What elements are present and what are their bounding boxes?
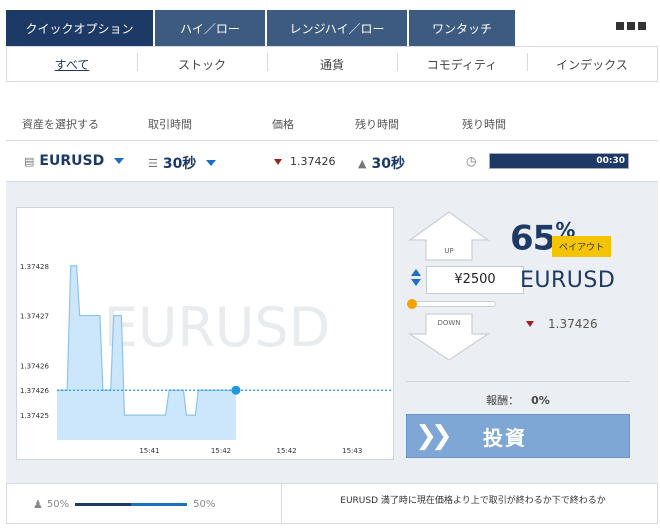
bars-icon: ☰ — [148, 156, 158, 170]
price-display: 1.37426 — [274, 155, 336, 168]
period-value: 30秒 — [162, 156, 197, 172]
x-tick-label: 15:42 — [211, 447, 231, 455]
reward-label: 報酬： — [486, 394, 520, 407]
double-chevron-right-icon: ❯❯ — [415, 421, 453, 451]
divider — [281, 484, 282, 524]
down-label: DOWN — [437, 319, 460, 327]
header-period: 取引時間 — [148, 118, 192, 131]
x-tick-label: 15:41 — [139, 447, 159, 455]
grid-view-icon[interactable] — [616, 22, 646, 30]
sentiment-right: 50% — [193, 499, 216, 510]
chart-watermark: EURUSD — [104, 296, 331, 359]
remaining-display: ▲ 30秒 — [358, 153, 405, 173]
chevron-down-icon — [206, 160, 217, 166]
invest-label: 投資 — [483, 425, 527, 450]
sentiment-bar — [75, 503, 188, 506]
y-tick-label: 1.37426 — [20, 387, 49, 395]
price-value: 1.37426 — [290, 155, 336, 168]
user-icon: ♟ — [33, 498, 43, 511]
y-tick-label: 1.37425 — [20, 412, 49, 420]
divider — [406, 381, 630, 382]
clock-glyph: ◷ — [466, 154, 477, 168]
selection-row: ▤ EURUSD ☰ 30秒 1.37426 ▲ 30秒 ◷ 00:30 — [6, 140, 658, 182]
price-chart: EURUSD 1.37428 1.37427 1.37426 1.37426 1.3742… — [16, 207, 394, 460]
sentiment-left-fill — [75, 503, 132, 506]
reward-value: 0% — [531, 394, 550, 407]
payout-number: 65 — [510, 218, 556, 259]
sentiment-right-fill — [131, 503, 188, 506]
category-label: インデックス — [556, 57, 628, 72]
category-label: すべて — [54, 57, 90, 72]
current-price-point — [231, 385, 241, 395]
x-tick-label: 15:42 — [277, 447, 297, 455]
amount-input[interactable]: ¥2500 — [426, 266, 524, 294]
chart-svg: EURUSD 1.37428 1.37427 1.37426 1.37426 1.3742… — [20, 216, 391, 455]
header-remaining-2: 残り時間 — [462, 118, 506, 131]
clock-icon: ◷ — [466, 154, 481, 168]
header-asset: 資産を選択する — [22, 118, 99, 131]
up-label: UP — [444, 247, 453, 255]
product-tabs: クイックオプション ハイ／ロー レンジハイ／ロー ワンタッチ — [6, 10, 517, 46]
timer-bar: 00:30 — [489, 153, 629, 169]
asset-value: EURUSD — [39, 153, 105, 169]
trade-panel: EURUSD 1.37428 1.37427 1.37426 1.37426 1.3742… — [6, 182, 658, 484]
timer-value: 00:30 — [596, 156, 625, 166]
asset-price-value: 1.37426 — [548, 317, 598, 331]
category-label: 通貨 — [319, 57, 344, 72]
invest-button[interactable]: ❯❯ 投資 — [406, 414, 630, 458]
slider-handle[interactable] — [407, 299, 417, 309]
grid-square-icon — [616, 22, 624, 30]
bottom-bar: ♟ 50% 50% EURUSD 満了時に現在価格より上で取引が終わるか下で終わ… — [6, 484, 658, 524]
category-label: コモディティ — [426, 57, 498, 72]
tab-range-high-low[interactable]: レンジハイ／ロー — [267, 10, 407, 46]
price-down-icon — [526, 321, 534, 327]
category-commodity[interactable]: コモディティ — [397, 52, 527, 73]
header-remaining: 残り時間 — [355, 118, 399, 131]
asset-name: EURUSD — [520, 268, 616, 293]
category-all[interactable]: すべて — [7, 56, 137, 73]
remaining-value: 30秒 — [371, 156, 405, 172]
amount-stepper[interactable] — [406, 266, 426, 294]
category-bar: すべて ストック 通貨 コモディティ インデックス — [6, 46, 658, 82]
payout-badge: ペイアウト — [552, 236, 612, 257]
category-index[interactable]: インデックス — [527, 52, 657, 73]
y-tick-label: 1.37428 — [20, 263, 49, 271]
asset-select[interactable]: ▤ EURUSD — [24, 153, 125, 169]
category-label: ストック — [177, 57, 226, 72]
grid-square-icon — [627, 22, 635, 30]
amount-slider[interactable] — [407, 299, 496, 309]
grid-square-icon — [638, 22, 646, 30]
reward-row: 報酬： 0% — [406, 392, 630, 408]
category-currency[interactable]: 通貨 — [267, 52, 397, 73]
tab-high-low[interactable]: ハイ／ロー — [155, 10, 265, 46]
price-down-icon — [274, 158, 282, 165]
tab-quick-option[interactable]: クイックオプション — [6, 10, 153, 46]
asset-price: 1.37426 — [526, 317, 598, 331]
chevron-up-icon[interactable] — [411, 269, 421, 276]
up-button[interactable]: UP — [408, 211, 490, 261]
header-price: 価格 — [272, 118, 294, 131]
period-select[interactable]: ☰ 30秒 — [148, 153, 217, 173]
tab-one-touch[interactable]: ワンタッチ — [409, 10, 515, 46]
y-tick-label: 1.37427 — [20, 313, 49, 321]
chevron-down-icon — [114, 158, 125, 164]
y-tick-label: 1.37426 — [20, 362, 49, 370]
instruction-text: EURUSD 満了時に現在価格より上で取引が終わるか下で終わるか — [340, 496, 606, 506]
bell-icon: ▲ — [358, 156, 367, 170]
sentiment-left: 50% — [46, 499, 70, 510]
category-stock[interactable]: ストック — [137, 52, 267, 73]
sentiment-meter: ♟ 50% 50% — [33, 498, 215, 511]
list-icon: ▤ — [24, 154, 35, 168]
x-tick-label: 15:43 — [342, 447, 362, 455]
down-button[interactable]: DOWN — [408, 313, 490, 360]
chevron-down-icon[interactable] — [411, 279, 421, 286]
